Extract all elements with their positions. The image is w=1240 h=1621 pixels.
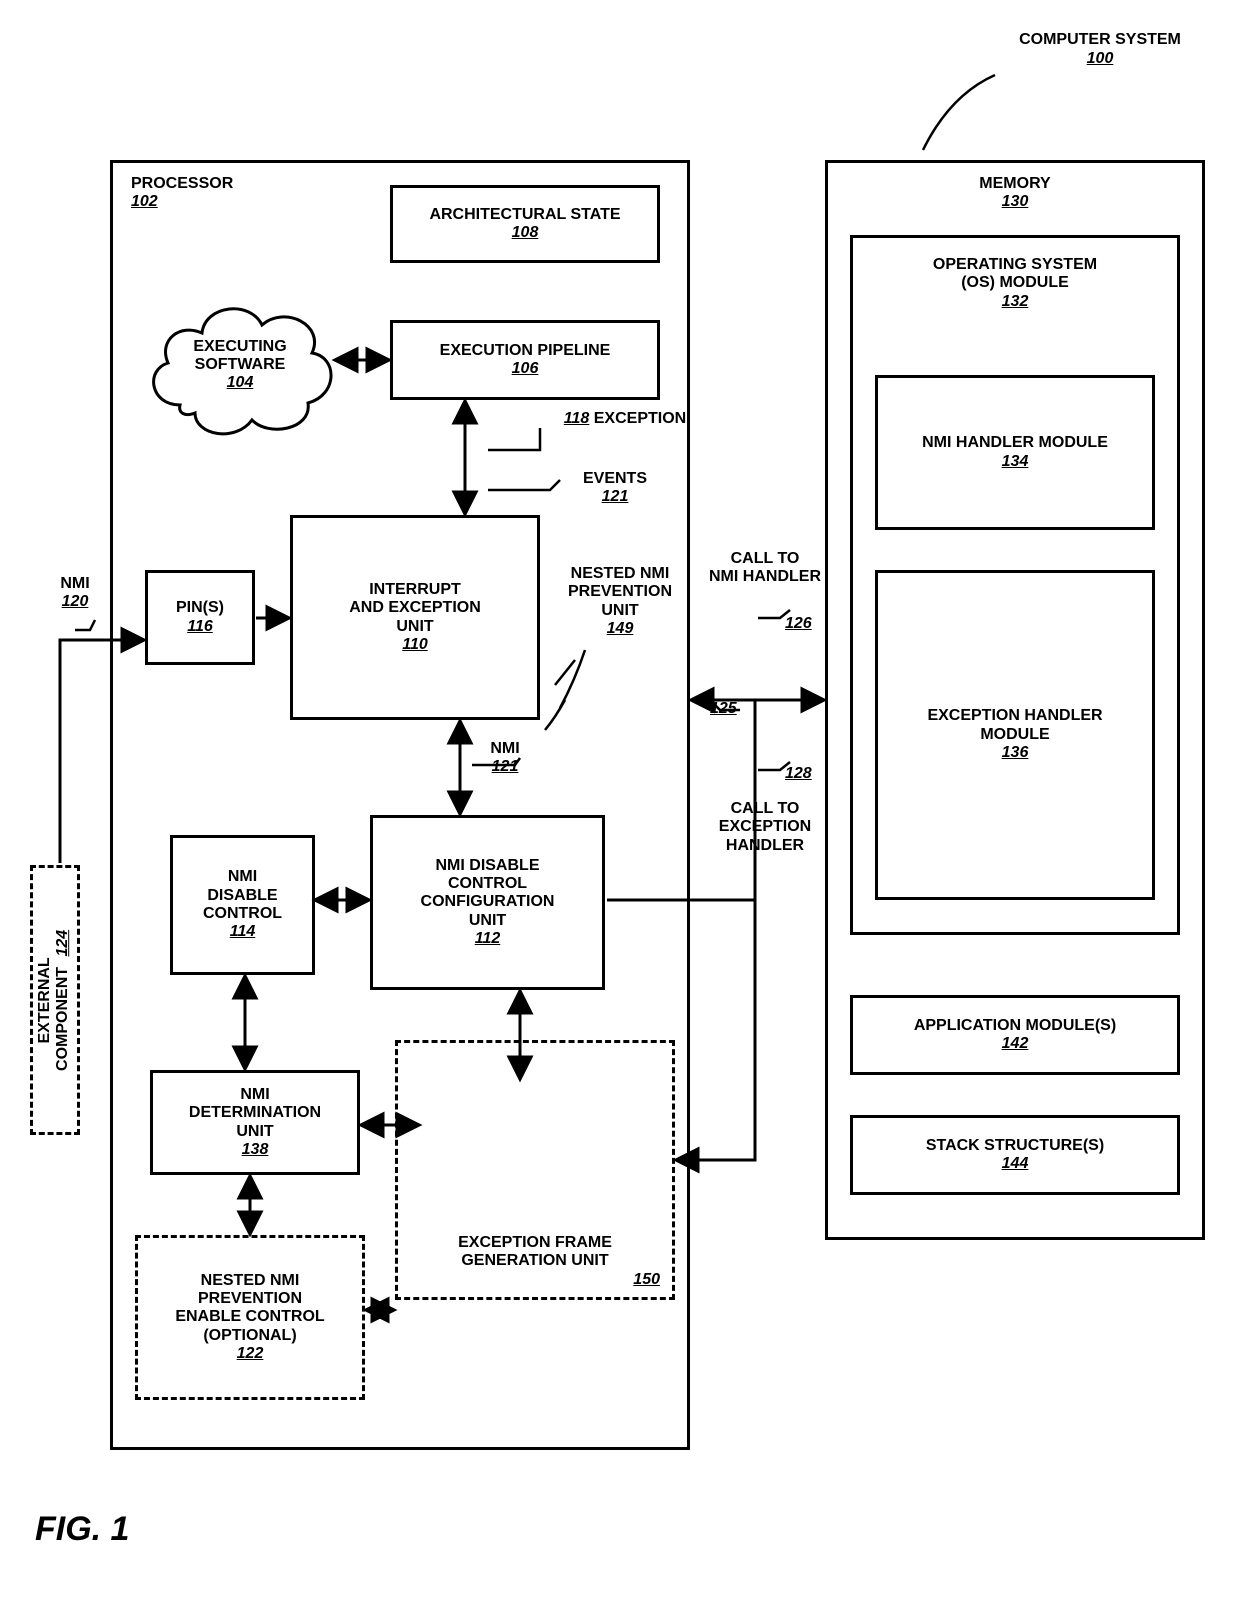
figure-label: FIG. 1 (35, 1510, 129, 1549)
system-title: COMPUTER SYSTEM 100 (1000, 30, 1200, 68)
nested-enable-box: NESTED NMI PREVENTION ENABLE CONTROL (OP… (135, 1235, 365, 1400)
nmi-det-unit-box: NMI DETERMINATION UNIT 138 (150, 1070, 360, 1175)
exec-software-cloud: EXECUTING SOFTWARE 104 (140, 285, 340, 445)
mid-ref: 125 (710, 700, 737, 718)
nested-prev-unit-label: NESTED NMI PREVENTION UNIT 149 (560, 565, 680, 639)
arch-state-box: ARCHITECTURAL STATE 108 (390, 185, 660, 263)
exception-label: 118 EXCEPTION (560, 410, 690, 428)
external-component-box: EXTERNAL COMPONENT 124 (30, 865, 80, 1135)
call-exc-ref: 128 (785, 765, 812, 783)
exec-pipeline-box: EXECUTION PIPELINE 106 (390, 320, 660, 400)
pins-box: PIN(S) 116 (145, 570, 255, 665)
nmi-handler-box: NMI HANDLER MODULE 134 (875, 375, 1155, 530)
nmi-internal-label: NMI 121 (475, 740, 535, 777)
stack-box: STACK STRUCTURE(S) 144 (850, 1115, 1180, 1195)
apps-box: APPLICATION MODULE(S) 142 (850, 995, 1180, 1075)
exc-frame-gen-box: EXCEPTION FRAME GENERATION UNIT 150 (395, 1040, 675, 1300)
events-label: EVENTS 121 (565, 470, 665, 507)
call-nmi-label: CALL TO NMI HANDLER (705, 550, 825, 587)
nmi-ext-label: NMI 120 (45, 575, 105, 612)
nmi-disable-cfg-box: NMI DISABLE CONTROL CONFIGURATION UNIT 1… (370, 815, 605, 990)
call-exc-label: CALL TO EXCEPTION HANDLER (705, 800, 825, 855)
int-exc-unit-box: INTERRUPT AND EXCEPTION UNIT 110 (290, 515, 540, 720)
nmi-disable-ctrl-box: NMI DISABLE CONTROL 114 (170, 835, 315, 975)
call-nmi-ref: 126 (785, 615, 812, 633)
exc-handler-box: EXCEPTION HANDLER MODULE 136 (875, 570, 1155, 900)
